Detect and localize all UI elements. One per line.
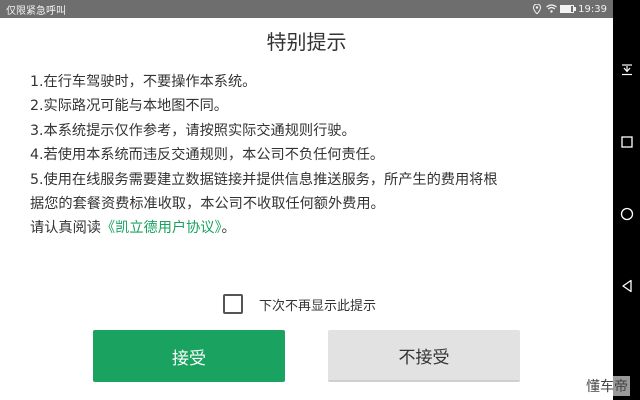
term-line-3: 3.本系统提示仅作参考，请按照实际交通规则行驶。 — [30, 122, 356, 139]
dialog-title: 特别提示 — [266, 30, 347, 54]
accept-button[interactable]: 接受 — [93, 330, 285, 382]
notice-dialog: 特别提示 1.在行车驾驶时，不要操作本系统。 2.实际路况可能与本地图不同。 3… — [0, 18, 613, 400]
status-icons: 19:39 — [532, 3, 607, 15]
terms-list: 1.在行车驾驶时，不要操作本系统。 2.实际路况可能与本地图不同。 3.本系统提… — [30, 70, 590, 241]
status-emergency-text: 仅限紧急呼叫 — [6, 5, 66, 17]
location-icon — [532, 3, 542, 15]
read-prefix: 请认真阅读 — [30, 220, 101, 237]
term-line-4: 4.若使用本系统而违反交通规则，本公司不负任何责任。 — [30, 147, 385, 164]
read-agreement-line: 请认真阅读《凯立德用户协议》。 — [30, 216, 590, 240]
term-line-1: 1.在行车驾驶时，不要操作本系统。 — [30, 74, 257, 90]
dont-show-again-row[interactable]: 下次不再显示此提示 — [223, 294, 376, 314]
battery-icon — [560, 5, 577, 13]
user-agreement-link[interactable]: 《凯立德用户协议》 — [101, 220, 222, 236]
collapse-icon[interactable] — [613, 60, 640, 80]
decline-button[interactable]: 不接受 — [328, 330, 520, 382]
watermark-logo: 懂车帝 — [584, 376, 630, 396]
read-suffix: 。 — [221, 220, 236, 237]
back-icon[interactable] — [613, 276, 640, 296]
recent-apps-icon[interactable] — [613, 132, 640, 152]
dont-show-again-checkbox[interactable] — [223, 294, 243, 314]
term-line-6: 据您的套餐资费标准收取，本公司不收取任何额外费用。 — [30, 196, 385, 213]
status-bar: 仅限紧急呼叫 19:39 — [0, 0, 613, 18]
term-line-2: 2.实际路况可能与本地图不同。 — [30, 98, 228, 115]
dont-show-again-label[interactable]: 下次不再显示此提示 — [259, 295, 376, 314]
term-line-5: 5.使用在线服务需要建立数据链接并提供信息推送服务，所产生的费用将根 — [30, 171, 498, 188]
home-icon[interactable] — [613, 204, 640, 224]
status-time: 19:39 — [578, 3, 607, 15]
wifi-icon — [546, 4, 558, 14]
navigation-bar — [613, 0, 640, 400]
